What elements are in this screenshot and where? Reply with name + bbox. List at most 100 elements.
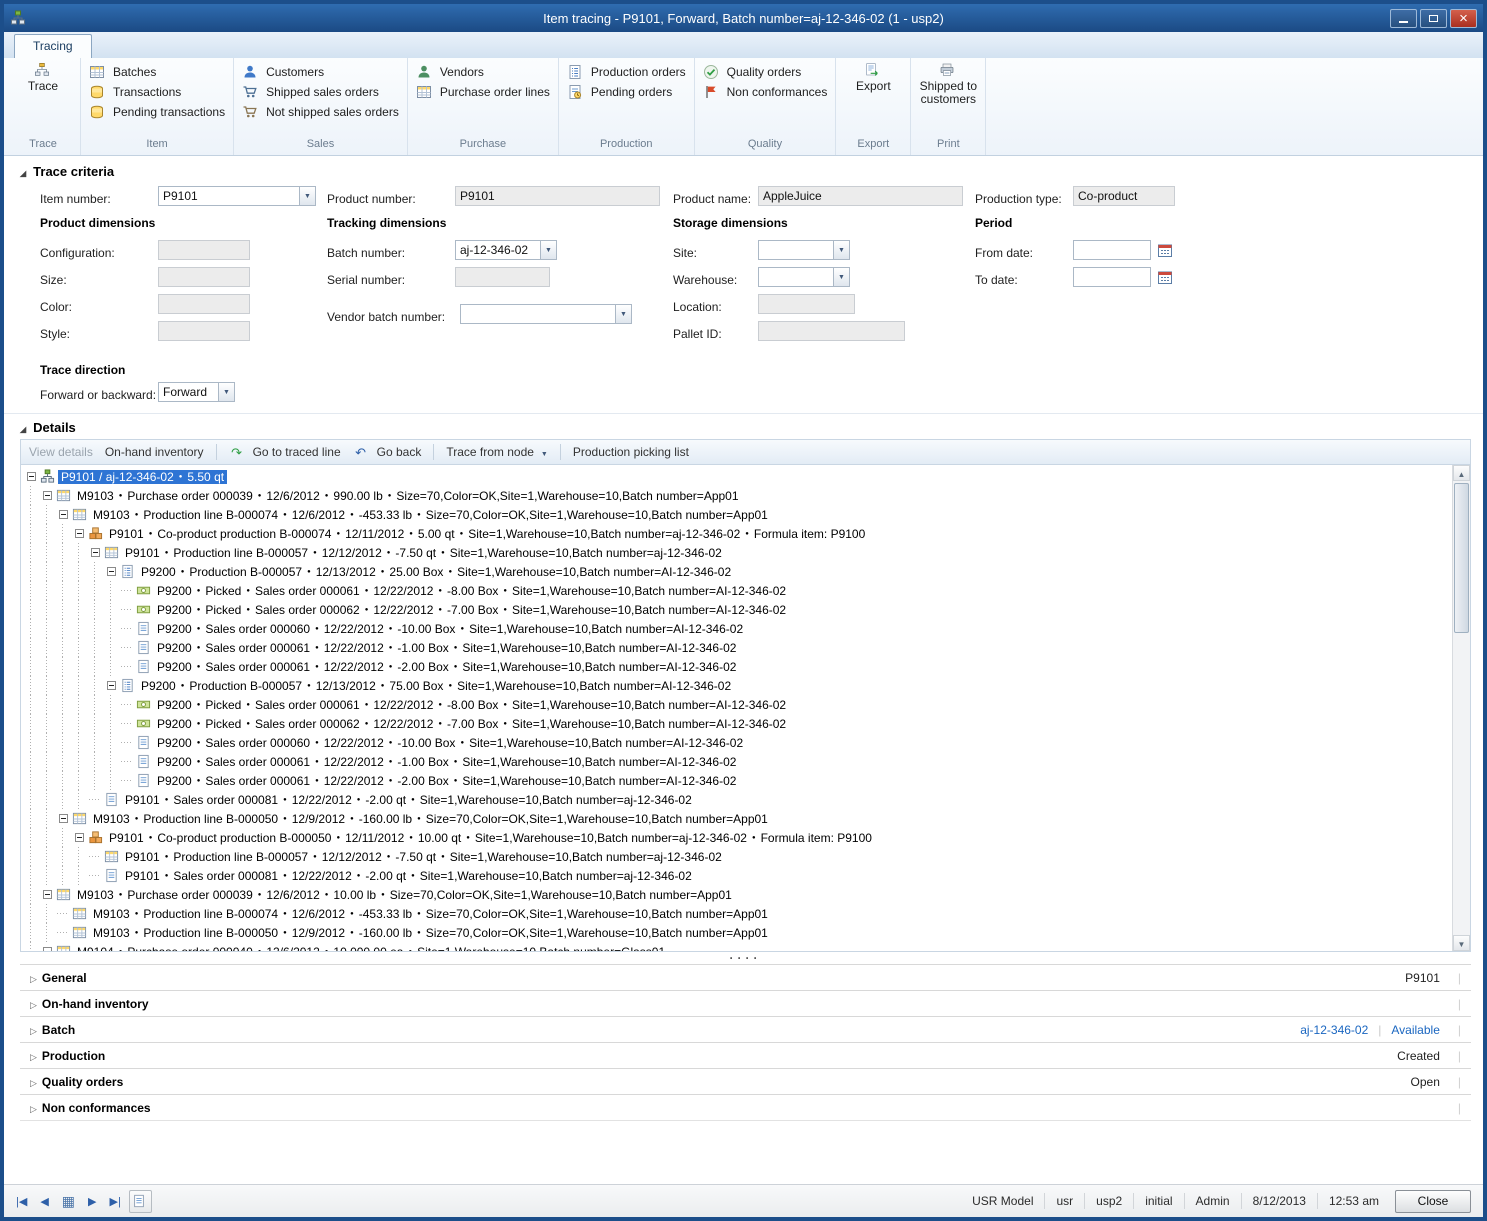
ribbon-button-not-shipped-sales-orders[interactable]: Not shipped sales orders bbox=[239, 104, 402, 120]
tree-row[interactable]: M9103●Production line B-000050●12/9/2012… bbox=[23, 923, 1452, 942]
toolbar-button-trace-from-node[interactable]: Trace from node bbox=[446, 445, 548, 459]
batch-number-input[interactable] bbox=[455, 240, 540, 260]
toolbar-button-production-picking-list[interactable]: Production picking list bbox=[573, 445, 689, 459]
tree-row[interactable]: P9200●Sales order 000061●12/22/2012●-1.0… bbox=[23, 752, 1452, 771]
minimize-button[interactable] bbox=[1390, 9, 1417, 28]
collapse-expander-icon[interactable] bbox=[55, 809, 71, 828]
tree-row[interactable]: M9103●Purchase order 000039●12/6/2012●99… bbox=[23, 486, 1452, 505]
tree-row[interactable]: P9200●Production B-000057●12/13/2012●75.… bbox=[23, 676, 1452, 695]
tree-row[interactable]: M9103●Purchase order 000039●12/6/2012●10… bbox=[23, 885, 1452, 904]
ribbon-button-export[interactable]: Export bbox=[841, 62, 905, 93]
to-date-input[interactable] bbox=[1073, 267, 1151, 287]
vendor-batch-number-dropdown-icon[interactable] bbox=[615, 304, 632, 324]
ribbon-button-trace[interactable]: Trace bbox=[11, 62, 75, 93]
tree-row[interactable]: P9101●Co-product production B-000050●12/… bbox=[23, 828, 1452, 847]
toolbar-button-go-back[interactable]: ↶Go back bbox=[353, 444, 422, 460]
grid-view-icon[interactable] bbox=[62, 1193, 75, 1210]
batch-number-dropdown-icon[interactable] bbox=[540, 240, 557, 260]
previous-record-icon[interactable] bbox=[40, 1195, 48, 1208]
collapse-expander-icon[interactable] bbox=[39, 486, 55, 505]
ribbon-button-customers[interactable]: Customers bbox=[239, 64, 402, 80]
tree-row[interactable]: M9103●Production line B-000074●12/6/2012… bbox=[23, 904, 1452, 923]
tree-row[interactable]: P9200●Picked●Sales order 000061●12/22/20… bbox=[23, 695, 1452, 714]
tree-row[interactable]: P9101●Co-product production B-000074●12/… bbox=[23, 524, 1452, 543]
ribbon-button-pending-orders[interactable]: Pending orders bbox=[564, 84, 689, 100]
fasttab-value[interactable]: Available bbox=[1391, 1023, 1439, 1037]
tree-row[interactable]: M9103●Production line B-000074●12/6/2012… bbox=[23, 505, 1452, 524]
warehouse-input[interactable] bbox=[758, 267, 833, 287]
collapse-expander-icon[interactable] bbox=[39, 942, 55, 951]
tree-row[interactable]: M9103●Production line B-000050●12/9/2012… bbox=[23, 809, 1452, 828]
tree-row[interactable]: P9200●Sales order 000060●12/22/2012●-10.… bbox=[23, 733, 1452, 752]
scroll-down-icon[interactable] bbox=[1453, 935, 1470, 951]
ribbon-button-purchase-order-lines[interactable]: Purchase order lines bbox=[413, 84, 553, 100]
collapse-expander-icon[interactable] bbox=[71, 524, 87, 543]
fasttab-quality-orders[interactable]: Quality ordersOpen| bbox=[20, 1068, 1471, 1094]
trace-criteria-header[interactable]: Trace criteria bbox=[20, 164, 1471, 179]
vertical-scrollbar[interactable] bbox=[1452, 465, 1470, 951]
tree-row[interactable]: P9101●Production line B-000057●12/12/201… bbox=[23, 543, 1452, 562]
collapse-expander-icon[interactable] bbox=[103, 562, 119, 581]
forward-or-backward-dropdown-icon[interactable] bbox=[218, 382, 235, 402]
fasttab-production[interactable]: ProductionCreated| bbox=[20, 1042, 1471, 1068]
collapse-expander-icon[interactable] bbox=[39, 885, 55, 904]
first-record-icon[interactable] bbox=[16, 1195, 27, 1208]
ribbon-button-transactions[interactable]: Transactions bbox=[86, 84, 228, 100]
vendor-batch-number-input[interactable] bbox=[460, 304, 615, 324]
details-header[interactable]: Details bbox=[20, 420, 1471, 435]
tree-row[interactable]: P9200●Sales order 000060●12/22/2012●-10.… bbox=[23, 619, 1452, 638]
from-date-input[interactable] bbox=[1073, 240, 1151, 260]
maximize-button[interactable] bbox=[1420, 9, 1447, 28]
tree-row[interactable]: P9200●Picked●Sales order 000062●12/22/20… bbox=[23, 600, 1452, 619]
collapse-expander-icon[interactable] bbox=[103, 676, 119, 695]
tree-row[interactable]: P9101●Sales order 000081●12/22/2012●-2.0… bbox=[23, 790, 1452, 809]
tree-row[interactable]: M9104●Purchase order 000040●12/6/2012●10… bbox=[23, 942, 1452, 951]
tree-row[interactable]: P9200●Sales order 000061●12/22/2012●-2.0… bbox=[23, 771, 1452, 790]
from-date-calendar-icon[interactable] bbox=[1156, 240, 1176, 260]
toolbar-button-on-hand-inventory[interactable]: On-hand inventory bbox=[105, 445, 204, 459]
tree-row[interactable]: P9101●Production line B-000057●12/12/201… bbox=[23, 847, 1452, 866]
tree-row[interactable]: P9200●Picked●Sales order 000061●12/22/20… bbox=[23, 581, 1452, 600]
to-date-calendar-icon[interactable] bbox=[1156, 267, 1176, 287]
last-record-icon[interactable] bbox=[110, 1195, 121, 1208]
tree-row[interactable]: P9200●Picked●Sales order 000062●12/22/20… bbox=[23, 714, 1452, 733]
tree-row[interactable]: P9200●Sales order 000061●12/22/2012●-2.0… bbox=[23, 657, 1452, 676]
site-input[interactable] bbox=[758, 240, 833, 260]
warehouse-dropdown-icon[interactable] bbox=[833, 267, 850, 287]
collapse-expander-icon[interactable] bbox=[71, 828, 87, 847]
ribbon-button-vendors[interactable]: Vendors bbox=[413, 64, 553, 80]
splitter-handle[interactable] bbox=[20, 952, 1471, 964]
tab-tracing[interactable]: Tracing bbox=[14, 34, 92, 58]
ribbon-button-quality-orders[interactable]: Quality orders bbox=[700, 64, 831, 80]
fasttab-batch[interactable]: Batchaj-12-346-02|Available| bbox=[20, 1016, 1471, 1042]
item-number-input[interactable] bbox=[158, 186, 299, 206]
fasttab-non-conformances[interactable]: Non conformances| bbox=[20, 1094, 1471, 1121]
forward-or-backward-input[interactable] bbox=[158, 382, 218, 402]
next-record-icon[interactable] bbox=[88, 1195, 96, 1208]
tree-row[interactable]: P9101 / aj-12-346-02●5.50 qt bbox=[23, 467, 1452, 486]
scroll-up-icon[interactable] bbox=[1453, 465, 1470, 481]
ribbon-button-non-conformances[interactable]: Non conformances bbox=[700, 84, 831, 100]
collapse-expander-icon[interactable] bbox=[55, 505, 71, 524]
close-window-button[interactable] bbox=[1450, 9, 1477, 28]
fasttab-on-hand-inventory[interactable]: On-hand inventory| bbox=[20, 990, 1471, 1016]
attachments-button[interactable] bbox=[129, 1190, 152, 1213]
ribbon-button-shipped-to-customers[interactable]: Shipped to customers bbox=[916, 62, 980, 107]
item-number-dropdown-icon[interactable] bbox=[299, 186, 316, 206]
site-dropdown-icon[interactable] bbox=[833, 240, 850, 260]
fasttab-value[interactable]: aj-12-346-02 bbox=[1300, 1023, 1368, 1037]
ribbon-button-pending-transactions[interactable]: Pending transactions bbox=[86, 104, 228, 120]
scrollbar-thumb[interactable] bbox=[1454, 483, 1469, 633]
collapse-expander-icon[interactable] bbox=[87, 543, 103, 562]
tree-row[interactable]: P9200●Production B-000057●12/13/2012●25.… bbox=[23, 562, 1452, 581]
fasttab-general[interactable]: GeneralP9101| bbox=[20, 964, 1471, 990]
forward-or-backward-combo bbox=[158, 382, 235, 402]
ribbon-button-production-orders[interactable]: Production orders bbox=[564, 64, 689, 80]
ribbon-button-shipped-sales-orders[interactable]: Shipped sales orders bbox=[239, 84, 402, 100]
tree-row[interactable]: P9101●Sales order 000081●12/22/2012●-2.0… bbox=[23, 866, 1452, 885]
collapse-expander-icon[interactable] bbox=[23, 467, 39, 486]
ribbon-button-batches[interactable]: Batches bbox=[86, 64, 228, 80]
close-button[interactable]: Close bbox=[1395, 1190, 1471, 1213]
tree-row[interactable]: P9200●Sales order 000061●12/22/2012●-1.0… bbox=[23, 638, 1452, 657]
toolbar-button-go-to-traced-line[interactable]: ↷Go to traced line bbox=[229, 444, 341, 460]
